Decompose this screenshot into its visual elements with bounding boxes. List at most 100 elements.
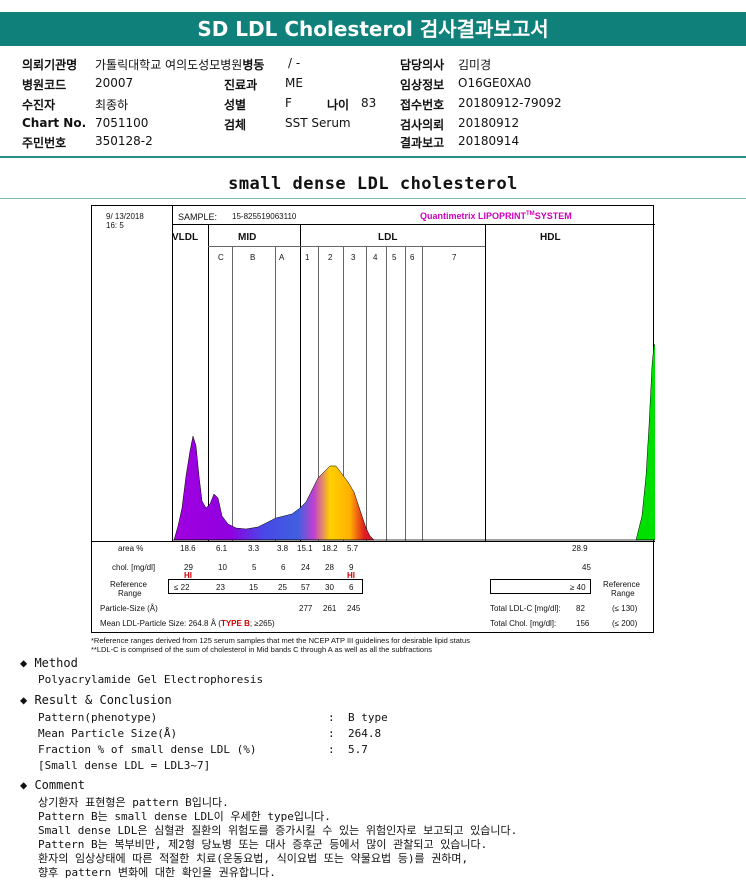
particle-1: 277 — [299, 604, 313, 613]
patient-value: 최종하 — [95, 98, 129, 112]
area-2: 18.2 — [322, 544, 338, 553]
ref-2: 30 — [325, 583, 334, 592]
patient-label: 수진자 — [22, 98, 56, 112]
ward-label: 병동 — [242, 58, 265, 72]
result-heading: ◆ Result & Conclusion — [20, 693, 172, 707]
result-pattern-label: Pattern(phenotype) — [38, 711, 158, 724]
age-value: 83 — [361, 96, 377, 110]
footnote-2: **LDL-C is comprised of the sum of chole… — [91, 645, 433, 654]
result-fraction-colon: : — [328, 743, 335, 756]
ref-b: 15 — [249, 583, 258, 592]
chol-label: chol. [mg/dl] — [112, 563, 156, 572]
ref-a: 25 — [278, 583, 287, 592]
total-ldl-label: Total LDL-C [mg/dl]: — [490, 604, 561, 613]
age-label: 나이 — [327, 98, 350, 112]
chol-c: 10 — [218, 563, 227, 572]
group-hdl: HDL — [540, 232, 561, 243]
specimen-label: 검체 — [224, 118, 247, 132]
lipoprint-report: 9/ 13/2018 16: 5 SAMPLE: 15-825519063110… — [91, 205, 655, 633]
total-ldl-value: 82 — [576, 604, 585, 613]
ref-vldl: ≤ 22 — [174, 583, 190, 592]
ref-1: 57 — [301, 583, 310, 592]
group-vldl: VLDL — [172, 232, 199, 243]
area-hdl: 28.9 — [572, 544, 588, 553]
department-value: ME — [285, 76, 303, 90]
area-vldl: 18.6 — [180, 544, 196, 553]
chol-2: 28 — [325, 563, 334, 572]
institution-value: 가톨릭대학교 여의도성모병원 — [95, 58, 243, 72]
group-mid: MID — [238, 232, 257, 243]
result-size-colon: : — [328, 727, 335, 740]
sex-value: F — [285, 96, 292, 110]
area-a: 3.8 — [277, 544, 289, 553]
comment-heading: ◆ Comment — [20, 778, 86, 792]
total-chol-ref: (≤ 200) — [612, 619, 638, 628]
report-date-label: 결과보고 — [400, 136, 445, 150]
doctor-label: 담당의사 — [400, 58, 445, 72]
ref-hdl-label-1: Reference — [603, 580, 640, 589]
info-divider — [0, 156, 746, 158]
ref-c: 23 — [216, 583, 225, 592]
receipt-no-label: 접수번호 — [400, 98, 445, 112]
sex-label: 성별 — [224, 98, 247, 112]
ref-3: 6 — [349, 583, 354, 592]
sample-label: SAMPLE: — [178, 212, 218, 222]
chart-no-label: Chart No. — [22, 116, 87, 130]
result-size-value: 264.8 — [348, 727, 382, 740]
chol-hdl: 45 — [582, 563, 591, 572]
resident-no-label: 주민번호 — [22, 136, 67, 150]
ward-value: / - — [288, 56, 301, 70]
area-label: area % — [118, 544, 144, 553]
sample-value: 15-825519063110 — [232, 212, 297, 221]
comment-line-6: 향후 pattern 변화에 대한 확인을 권유합니다. — [38, 866, 276, 879]
result-fraction-value: 5.7 — [348, 743, 368, 756]
area-3: 5.7 — [347, 544, 359, 553]
chol-1: 24 — [301, 563, 310, 572]
clinical-info-label: 임상정보 — [400, 78, 445, 92]
report-time: 16: 5 — [106, 221, 124, 230]
doctor-value: 김미경 — [458, 58, 492, 72]
mean-size: Mean LDL-Particle Size: 264.8 Å (TYPE B;… — [100, 619, 275, 628]
result-size-label: Mean Particle Size(Å) — [38, 727, 178, 740]
report-date-value: 20180914 — [458, 134, 520, 148]
method-text: Polyacrylamide Gel Electrophoresis — [38, 673, 264, 686]
specimen-value: SST Serum — [285, 116, 351, 130]
total-chol-value: 156 — [576, 619, 590, 628]
clinical-info-value: O16GE0XA0 — [458, 76, 532, 90]
result-fraction-label: Fraction % of small dense LDL (%) — [38, 743, 257, 756]
area-b: 3.3 — [248, 544, 260, 553]
group-ldl: LDL — [378, 232, 398, 243]
system-name: Quantimetrix LIPOPRINTTMSYSTEM — [420, 211, 572, 221]
ref-hdl: ≥ 40 — [570, 583, 586, 592]
small-dense-note: [Small dense LDL = LDL3~7] — [38, 759, 211, 772]
hospital-code-label: 병원코드 — [22, 78, 67, 92]
section-divider — [0, 198, 746, 199]
receipt-no-value: 20180912-79092 — [458, 96, 562, 110]
total-chol-label: Total Chol. [mg/dl]: — [490, 619, 557, 628]
method-heading: ◆ Method — [20, 656, 78, 670]
ref-label-2: Range — [118, 589, 142, 598]
particle-label: Particle-Size (Å) — [100, 604, 158, 613]
result-pattern-colon: : — [328, 711, 335, 724]
result-pattern-value: B type — [348, 711, 388, 724]
request-date-label: 검사의뢰 — [400, 118, 445, 132]
chol-b: 5 — [252, 563, 257, 572]
hospital-code-value: 20007 — [95, 76, 134, 90]
area-c: 6.1 — [216, 544, 228, 553]
footnote-1: *Reference ranges derived from 125 serum… — [91, 636, 470, 645]
report-date: 9/ 13/2018 — [106, 212, 144, 221]
area-1: 15.1 — [297, 544, 313, 553]
lipid-profile-curve — [173, 435, 375, 541]
section-title: small dense LDL cholesterol — [228, 174, 518, 194]
electropherogram — [172, 343, 655, 541]
ref-label-1: Reference — [110, 580, 147, 589]
ref-hdl-label-2: Range — [611, 589, 635, 598]
institution-label: 의뢰기관명 — [22, 58, 78, 72]
chart-no-value: 7051100 — [95, 116, 149, 130]
particle-3: 245 — [347, 604, 361, 613]
resident-no-value: 350128-2 — [95, 134, 153, 148]
department-label: 진료과 — [224, 78, 258, 92]
hdl-peak — [635, 343, 655, 541]
chol-a: 6 — [281, 563, 286, 572]
report-title: SD LDL Cholesterol 검사결과보고서 — [0, 12, 746, 46]
